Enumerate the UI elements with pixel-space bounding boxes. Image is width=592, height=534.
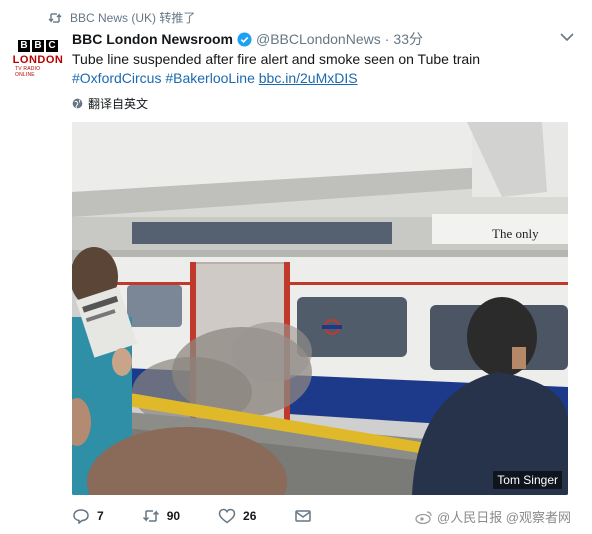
tweet-timestamp[interactable]: 33分 (393, 29, 423, 49)
watermark-text: @人民日报 @观察者网 (437, 510, 572, 525)
direct-message-button[interactable] (294, 508, 312, 524)
retweet-icon (48, 12, 62, 23)
separator: · (384, 31, 390, 47)
like-count: 26 (243, 509, 257, 523)
photo-illustration: The only (72, 122, 568, 495)
retweet-icon (142, 510, 159, 522)
reply-icon (73, 509, 89, 524)
author-handle[interactable]: @BBCLondonNews (256, 31, 381, 47)
author-name[interactable]: BBC London Newsroom (72, 31, 233, 47)
hashtag-link[interactable]: #BakerlooLine (165, 70, 255, 86)
heart-icon (218, 508, 236, 524)
translate-label: 翻译自英文 (88, 97, 149, 111)
hashtag-link[interactable]: #OxfordCircus (72, 70, 161, 86)
watermark: @人民日报 @观察者网 (415, 507, 571, 526)
url-link[interactable]: bbc.in/2uMxDIS (259, 70, 358, 86)
bbc-letter: B (32, 40, 44, 52)
tweet-text: Tube line suspended after fire alert and… (72, 50, 542, 88)
tweet-photo[interactable]: The only Tom Singer (72, 122, 568, 495)
avatar-title: LONDON (12, 54, 64, 66)
tweet-header: BBC London Newsroom @BBCLondonNews · 33分 (72, 29, 423, 49)
retweet-label[interactable]: BBC News (UK) 转推了 (70, 9, 195, 26)
poster-text: The only (492, 226, 539, 241)
envelope-icon (295, 510, 312, 522)
retweet-indicator: BBC News (UK) 转推了 (48, 9, 195, 26)
translate-button[interactable]: 翻译自英文 (72, 95, 148, 112)
bbc-letter: C (46, 40, 58, 52)
like-button[interactable]: 26 (218, 508, 256, 524)
retweet-count: 90 (166, 509, 181, 523)
weibo-logo-icon (415, 510, 432, 524)
retweet-button[interactable]: 90 (142, 508, 180, 524)
globe-icon (72, 98, 83, 109)
tweet-actions: 7 90 26 (72, 508, 350, 524)
avatar-subtitle: TV RADIO ONLINE (15, 66, 41, 78)
bbc-letter: B (18, 40, 30, 52)
reply-count: 7 (97, 509, 104, 523)
bbc-logo: B B C (18, 40, 58, 52)
reply-button[interactable]: 7 (72, 508, 104, 524)
chevron-down-icon[interactable] (560, 32, 574, 42)
photo-credit: Tom Singer (493, 471, 562, 489)
verified-badge-icon (237, 31, 252, 47)
avatar[interactable]: B B C LONDON TV RADIO ONLINE (12, 40, 64, 86)
tweet-text-line: Tube line suspended after fire alert and… (72, 51, 481, 67)
